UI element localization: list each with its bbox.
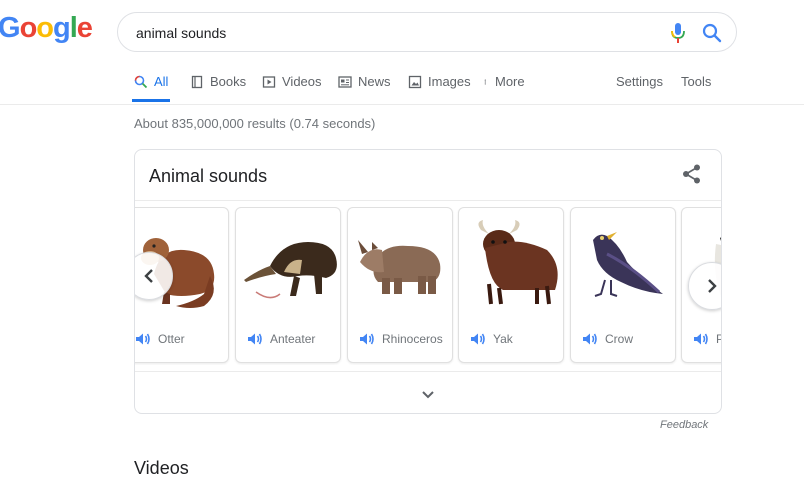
logo-letter: o xyxy=(19,12,38,44)
animal-card-crow[interactable]: Crow xyxy=(570,207,676,363)
crow-image xyxy=(593,232,663,297)
animal-carousel: Otter Anteater Rhinoceros Yak Crow xyxy=(135,207,721,365)
search-tabs: All Books Videos News Images More Settin… xyxy=(131,72,744,104)
header-divider xyxy=(0,104,804,105)
anteater-image xyxy=(244,242,337,299)
chevron-right-icon xyxy=(708,279,717,293)
speaker-icon[interactable] xyxy=(581,330,599,348)
tab-label: Books xyxy=(210,74,247,89)
animal-card-yak[interactable]: Yak xyxy=(458,207,564,363)
tab-books[interactable]: Books xyxy=(190,72,246,102)
animal-name: Anteater xyxy=(270,332,316,346)
yak-image xyxy=(478,220,558,305)
animal-card-anteater[interactable]: Anteater xyxy=(235,207,341,363)
animal-name: Rhinoceros xyxy=(382,332,443,346)
card-divider xyxy=(135,200,721,201)
animal-name: P xyxy=(716,332,721,346)
tab-all[interactable]: All xyxy=(131,72,171,102)
search-input[interactable] xyxy=(136,23,636,43)
share-icon[interactable] xyxy=(681,163,703,185)
animal-sounds-card: Animal sounds Otter Anteater Rhinoceros … xyxy=(134,149,722,414)
book-icon xyxy=(191,75,203,89)
logo-letter: l xyxy=(69,12,78,44)
search-box xyxy=(117,12,737,52)
logo-letter: e xyxy=(76,12,93,44)
settings-link[interactable]: Settings xyxy=(616,72,663,92)
videos-heading: Videos xyxy=(134,458,189,478)
tab-images[interactable]: Images xyxy=(408,72,471,102)
news-icon xyxy=(338,76,352,88)
chevron-down-icon xyxy=(422,391,434,399)
speaker-icon[interactable] xyxy=(135,330,152,348)
logo-letter: G xyxy=(0,12,21,44)
animal-name: Yak xyxy=(493,332,513,346)
search-icon xyxy=(134,75,148,89)
play-icon xyxy=(262,76,276,88)
tab-more[interactable]: More xyxy=(484,72,525,102)
result-stats: About 835,000,000 results (0.74 seconds) xyxy=(134,116,376,131)
tab-label: Videos xyxy=(282,74,322,89)
tab-label: More xyxy=(495,74,525,89)
google-logo[interactable]: Google xyxy=(0,12,93,45)
feedback-link[interactable]: Feedback xyxy=(660,419,708,431)
animal-name: Crow xyxy=(605,332,634,346)
chevron-left-icon xyxy=(144,269,153,283)
card-title: Animal sounds xyxy=(149,166,268,186)
tools-link[interactable]: Tools xyxy=(681,72,711,92)
tab-label: All xyxy=(154,74,169,89)
tab-label: Images xyxy=(428,74,471,89)
tab-videos[interactable]: Videos xyxy=(262,72,322,102)
expand-button[interactable] xyxy=(418,384,438,404)
tab-news[interactable]: News xyxy=(338,72,391,102)
speaker-icon[interactable] xyxy=(246,330,264,348)
speaker-icon[interactable] xyxy=(692,330,710,348)
speaker-icon[interactable] xyxy=(469,330,487,348)
logo-letter: g xyxy=(53,12,71,44)
card-footer-divider xyxy=(135,371,721,372)
image-icon xyxy=(408,75,422,89)
tab-label: News xyxy=(358,74,391,89)
speaker-icon[interactable] xyxy=(358,330,376,348)
mic-icon[interactable] xyxy=(668,22,688,44)
rhinoceros-image xyxy=(358,240,441,294)
search-icon[interactable] xyxy=(701,22,723,44)
more-vert-icon xyxy=(484,79,486,85)
logo-letter: o xyxy=(36,12,54,44)
animal-card-rhinoceros[interactable]: Rhinoceros xyxy=(347,207,453,363)
animal-name: Otter xyxy=(158,332,185,346)
